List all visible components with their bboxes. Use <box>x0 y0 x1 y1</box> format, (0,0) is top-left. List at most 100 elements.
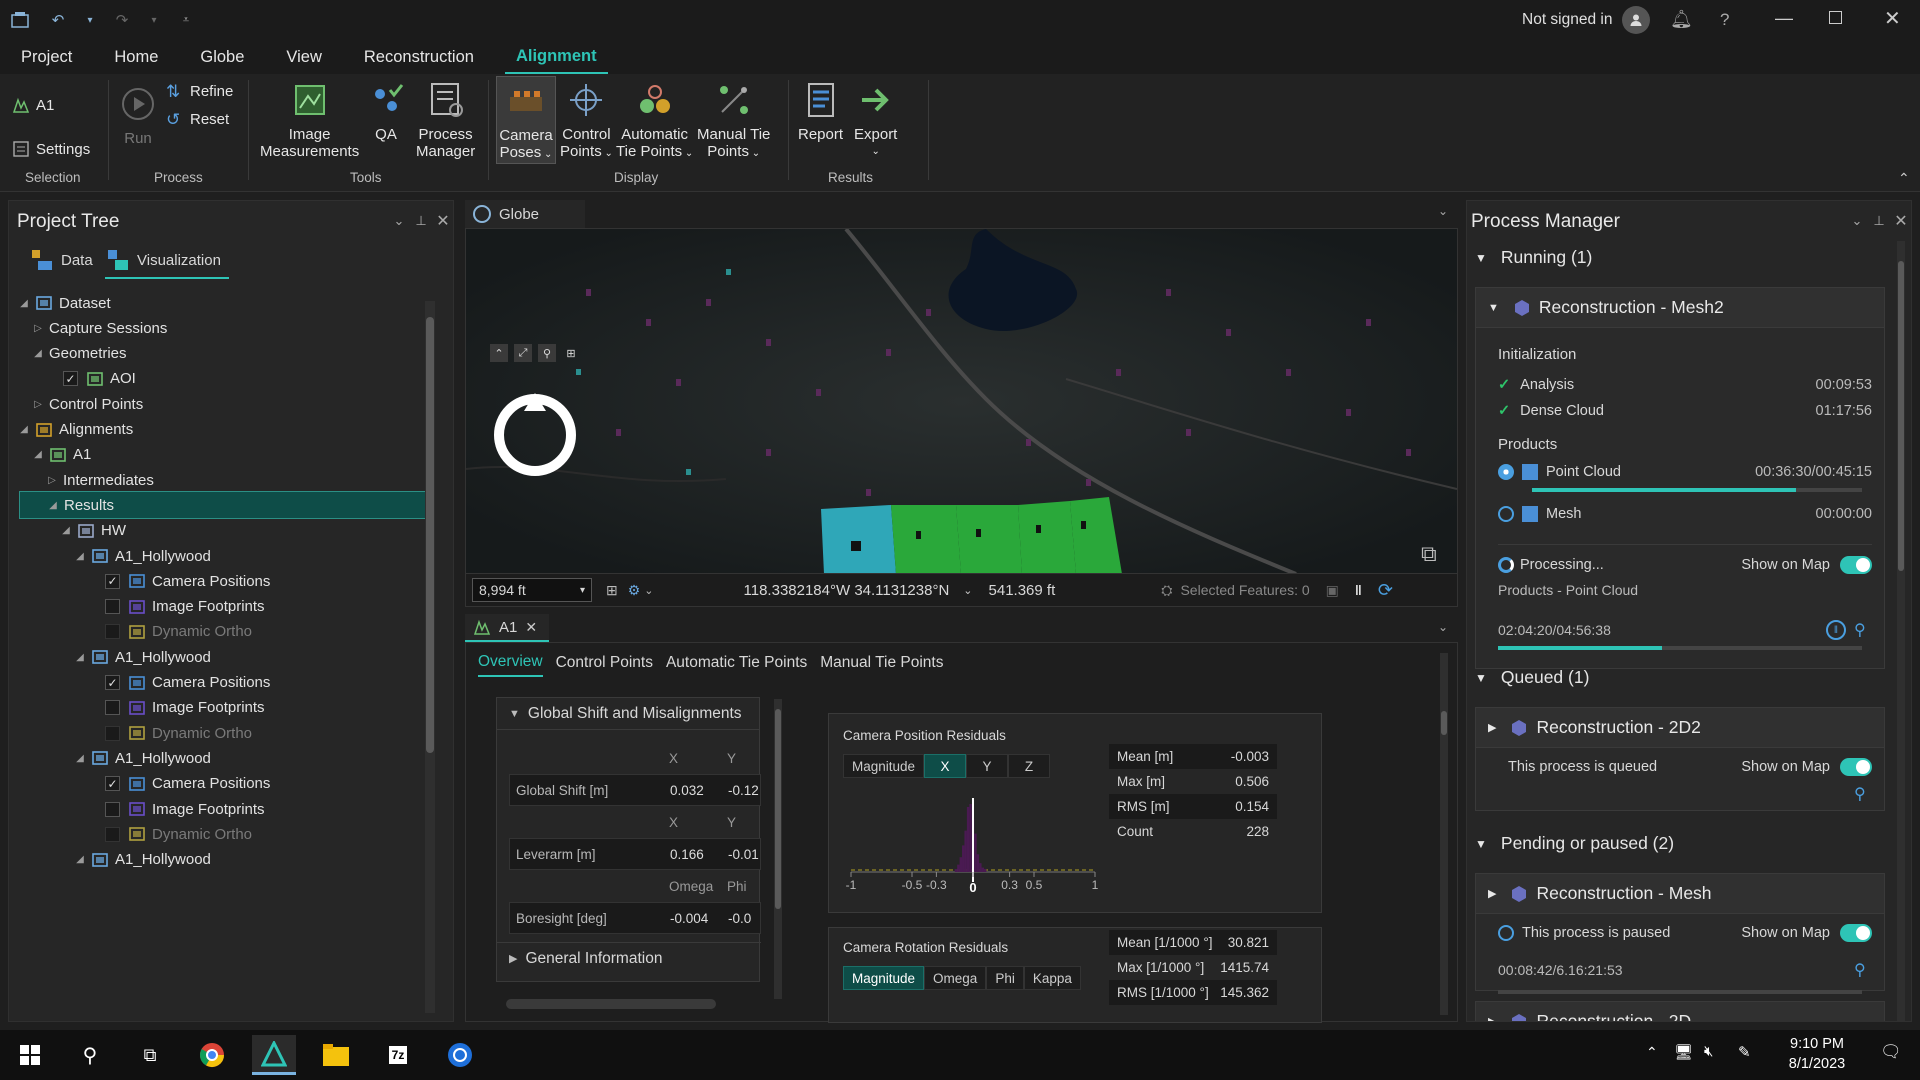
reset-button[interactable]: ↺ Reset <box>166 110 229 129</box>
tree-item[interactable]: ▷ Intermediates <box>19 466 429 494</box>
settings-button[interactable]: Settings <box>12 140 90 158</box>
a1-doc-tab[interactable]: A1 ✕ <box>465 614 549 642</box>
tree-item[interactable]: Image Footprints <box>19 795 429 823</box>
undo-dropdown-icon[interactable]: ▾ <box>86 10 94 30</box>
network-icon[interactable]: 🖥︎ <box>1674 1043 1693 1061</box>
pin-icon[interactable]: ⊥ <box>411 213 431 229</box>
tree-item[interactable]: ◢ A1 <box>19 441 429 469</box>
tree-item[interactable]: ▷ Control Points <box>19 390 429 418</box>
visibility-checkbox[interactable] <box>105 801 120 817</box>
globe-tab[interactable]: Globe <box>465 200 585 228</box>
visibility-checkbox[interactable]: ✓ <box>105 573 120 589</box>
visibility-checkbox[interactable] <box>105 700 120 716</box>
expand-open-icon[interactable]: ◢ <box>75 753 85 764</box>
process-manager-button[interactable]: Process Manager <box>416 80 475 160</box>
tree-item[interactable]: ◢ A1_Hollywood <box>19 744 429 772</box>
tab-view[interactable]: View <box>275 40 332 74</box>
close-window-icon[interactable]: ✕ <box>1884 6 1901 31</box>
manual-tie-points-button[interactable]: Manual Tie Points ⌄ <box>697 80 770 162</box>
pm-dropdown-icon[interactable]: ⌄ <box>1847 213 1867 229</box>
expand-closed-icon[interactable]: ▷ <box>33 399 43 410</box>
tab-globe[interactable]: Globe <box>189 40 255 74</box>
globe-map[interactable]: ⌃ ⤢ ⚲ ⊞ ⧉ <box>465 227 1458 576</box>
notification-bell-icon[interactable]: 🔔︎ <box>1670 9 1693 30</box>
select-tool-icon[interactable]: ⚙︎ <box>628 582 641 599</box>
queued-zoom-icon[interactable]: ⚲ <box>1854 784 1866 804</box>
tree-item[interactable]: ◢ HW <box>19 517 429 545</box>
left-panel-scrollbar-thumb[interactable] <box>775 709 781 909</box>
person-nav-icon[interactable]: ⚲ <box>538 344 556 362</box>
running-process-head[interactable]: ▼ Reconstruction - Mesh2 <box>1476 288 1884 328</box>
control-points-button[interactable]: Control Points ⌄ <box>560 80 613 162</box>
task-view-icon[interactable]: ⧉ <box>128 1035 172 1075</box>
visibility-checkbox[interactable]: ✓ <box>105 675 120 690</box>
rot-btn-magnitude[interactable]: Magnitude <box>843 966 925 990</box>
image-measurements-button[interactable]: Image Measurements <box>260 80 359 160</box>
compass-icon[interactable] <box>490 387 580 477</box>
visibility-checkbox[interactable]: ✓ <box>105 776 120 792</box>
volume-muted-icon[interactable]: 🔇︎ <box>1704 1043 1713 1060</box>
tree-item[interactable]: ✓ Camera Positions <box>19 770 429 798</box>
visibility-checkbox[interactable]: ✓ <box>63 371 78 387</box>
pending-zoom-icon[interactable]: ⚲ <box>1854 960 1866 980</box>
rot-btn-kappa[interactable]: Kappa <box>1023 966 1081 990</box>
start-button[interactable] <box>8 1035 52 1075</box>
current-alignment-selector[interactable]: A1 <box>12 96 54 114</box>
queued-process-head[interactable]: ▶ Reconstruction - 2D2 <box>1476 708 1884 748</box>
right-panel-scrollbar[interactable] <box>1440 653 1448 1015</box>
pos-btn-y[interactable]: Y <box>966 754 1009 778</box>
tab-reconstruction[interactable]: Reconstruction <box>353 40 485 74</box>
pm-close-icon[interactable]: ✕ <box>1891 211 1911 231</box>
minimize-icon[interactable]: — <box>1775 8 1793 29</box>
tree-item[interactable]: ▷ Capture Sessions <box>19 314 429 342</box>
pending-process-head-2[interactable]: ▶ Reconstruction - 2D <box>1476 1002 1884 1021</box>
tree-scrollbar[interactable] <box>425 301 435 1013</box>
rot-btn-omega[interactable]: Omega <box>924 966 987 990</box>
tab-alignment[interactable]: Alignment <box>504 40 608 74</box>
subtab-automatic-tie-points[interactable]: Automatic Tie Points <box>666 654 807 676</box>
running-show-on-map-toggle[interactable] <box>1840 556 1872 574</box>
horizontal-scrollbar[interactable] <box>506 999 716 1009</box>
clock[interactable]: 9:10 PM 8/1/2023 <box>1772 1034 1862 1074</box>
tree-item[interactable]: ◢ Geometries <box>19 340 429 368</box>
collapse-ribbon-icon[interactable]: ⌃ <box>1898 170 1910 187</box>
expand-open-icon[interactable]: ◢ <box>61 525 71 536</box>
notifications-icon[interactable]: 🗨︎ <box>1880 1042 1902 1062</box>
expand-open-icon[interactable]: ◢ <box>75 551 85 562</box>
expand-open-icon[interactable]: ◢ <box>75 652 85 663</box>
user-avatar-icon[interactable] <box>1622 6 1651 34</box>
search-icon[interactable]: ⚲ <box>68 1035 112 1075</box>
tree-item[interactable]: Image Footprints <box>19 593 429 621</box>
pm-pin-icon[interactable]: ⊥ <box>1869 213 1889 229</box>
close-panel-icon[interactable]: ✕ <box>433 211 453 231</box>
tab-visualization[interactable]: Visualization <box>105 247 229 279</box>
pm-scrollbar[interactable] <box>1897 241 1905 1021</box>
tree-item[interactable]: Image Footprints <box>19 694 429 722</box>
expand-open-icon[interactable]: ◢ <box>19 298 29 309</box>
panel-dropdown-icon[interactable]: ⌄ <box>389 213 409 229</box>
run-button[interactable]: Run <box>118 84 158 147</box>
tree-item[interactable]: ✓ Camera Positions <box>19 669 429 697</box>
subtab-overview[interactable]: Overview <box>478 653 543 677</box>
tree-item[interactable]: Dynamic Ortho <box>19 719 429 747</box>
right-panel-scrollbar-thumb[interactable] <box>1441 711 1447 735</box>
tab-home[interactable]: Home <box>103 40 169 74</box>
clear-selection-icon[interactable]: ▣ <box>1326 582 1339 599</box>
queued-section-header[interactable]: ▼ Queued (1) <box>1475 667 1589 688</box>
select-dropdown-icon[interactable]: ⌄ <box>644 584 653 597</box>
rot-btn-phi[interactable]: Phi <box>986 966 1024 990</box>
signin-status[interactable]: Not signed in <box>1522 11 1612 29</box>
tree-scrollbar-thumb[interactable] <box>426 317 434 753</box>
tilt-up-icon[interactable]: ⌃ <box>490 344 508 362</box>
pos-btn-z[interactable]: Z <box>1008 754 1051 778</box>
help-icon[interactable]: ? <box>1720 10 1729 30</box>
refresh-icon[interactable]: ⟳ <box>1378 580 1393 601</box>
restore-icon[interactable] <box>1829 11 1842 24</box>
tree-item[interactable]: ◢ A1_Hollywood <box>19 643 429 671</box>
scale-select[interactable]: 8,994 ft ▾ <box>472 578 592 602</box>
running-section-header[interactable]: ▼ Running (1) <box>1475 247 1592 268</box>
expand-open-icon[interactable]: ◢ <box>33 348 43 359</box>
automatic-tie-points-button[interactable]: Automatic Tie Points ⌄ <box>616 80 693 162</box>
global-shift-header[interactable]: ▼ Global Shift and Misalignments <box>497 698 759 730</box>
file-explorer-icon[interactable] <box>314 1035 358 1075</box>
